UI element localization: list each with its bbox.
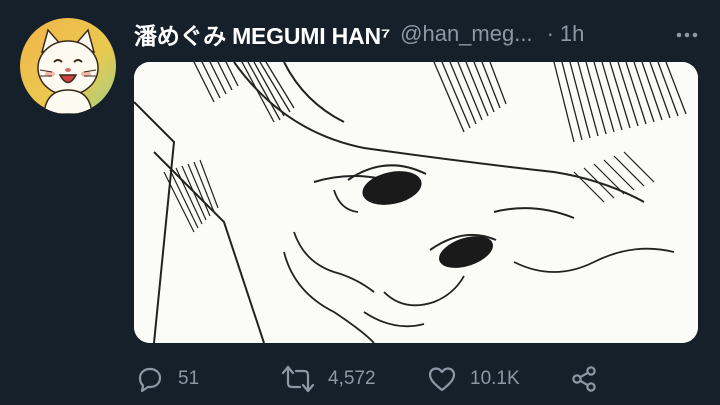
reply-button[interactable]: 51 <box>134 362 199 396</box>
retweet-count: 4,572 <box>328 368 376 389</box>
timestamp[interactable]: 1h <box>560 21 584 47</box>
tweet-card[interactable]: 潘めぐみ MEGUMI HAN⁷ @han_meg... · 1h 51 4,5… <box>0 0 720 405</box>
reply-icon <box>134 363 166 395</box>
like-button[interactable]: 10.1K <box>426 362 520 396</box>
cat-avatar-image <box>20 18 116 114</box>
tweet-media-image[interactable] <box>134 62 698 343</box>
reply-count: 51 <box>178 368 200 389</box>
share-icon <box>568 363 600 395</box>
separator-dot: · <box>546 21 554 46</box>
avatar[interactable] <box>20 18 116 114</box>
more-dots-icon[interactable] <box>674 22 700 48</box>
share-button[interactable] <box>568 362 600 396</box>
display-name[interactable]: 潘めぐみ MEGUMI HAN⁷ <box>134 17 390 51</box>
retweet-icon <box>280 363 316 395</box>
manga-sketch-illustration <box>134 62 698 343</box>
user-handle[interactable]: @han_meg... <box>400 21 532 47</box>
tweet-actions: 51 4,572 10.1K <box>134 362 700 396</box>
tweet-header: 潘めぐみ MEGUMI HAN⁷ @han_meg... · 1h <box>134 18 700 50</box>
retweet-button[interactable]: 4,572 <box>280 362 376 396</box>
heart-icon <box>426 363 458 395</box>
like-count: 10.1K <box>470 368 520 389</box>
